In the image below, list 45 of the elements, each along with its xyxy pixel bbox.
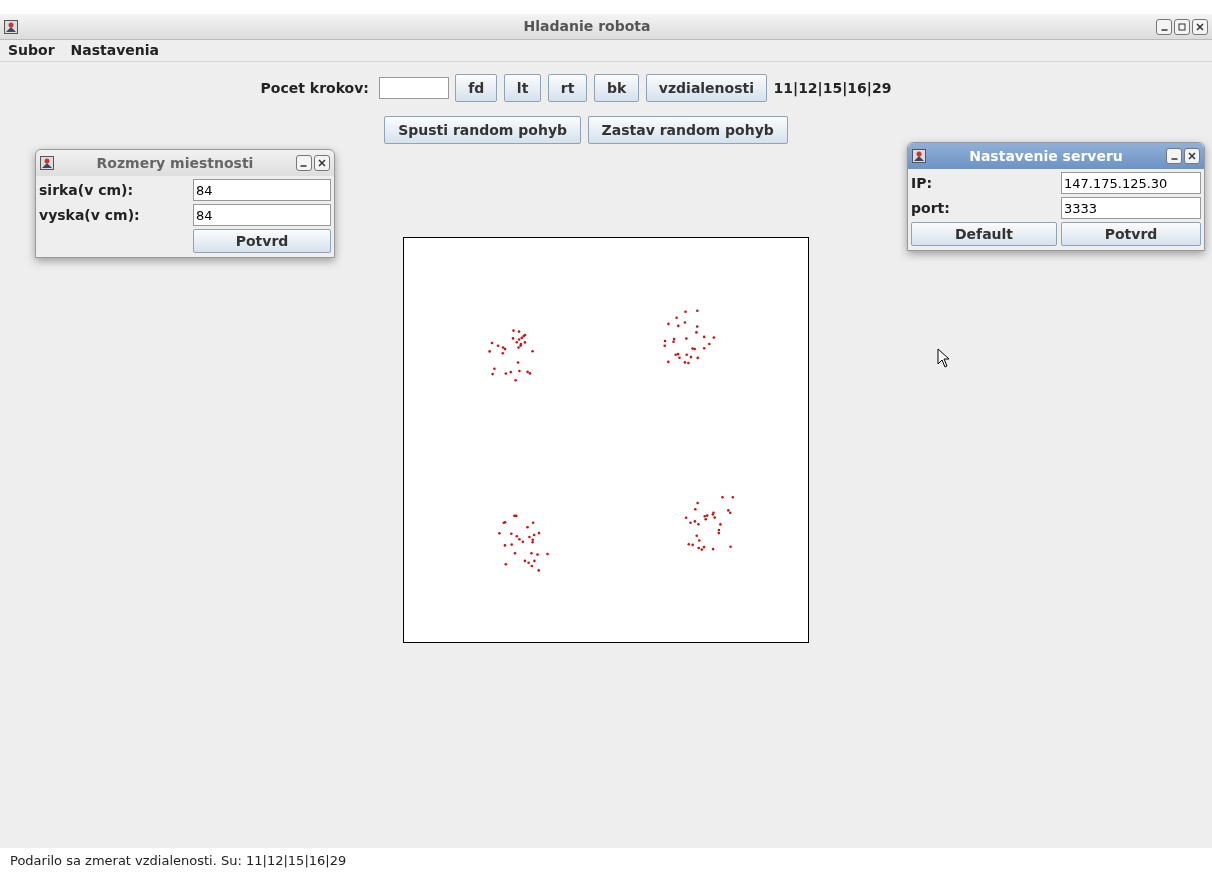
maximize-icon [1177, 21, 1187, 32]
confirm-button[interactable]: Potvrd [1061, 222, 1201, 246]
field-label: IP: [911, 173, 934, 193]
minimize-button[interactable] [1166, 148, 1182, 164]
steps-input[interactable] [378, 77, 449, 99]
close-icon [317, 158, 327, 168]
close-button[interactable] [314, 155, 330, 171]
close-icon [1187, 151, 1197, 161]
text-field[interactable]: 3333 [1061, 197, 1201, 219]
command-button[interactable]: lt [503, 74, 542, 102]
close-button[interactable] [1192, 18, 1208, 35]
text-field[interactable]: 84 [193, 204, 331, 226]
steps-label: Pocet krokov: [260, 78, 369, 98]
app-icon [912, 149, 926, 163]
minimize-button[interactable] [296, 155, 312, 171]
maximize-button[interactable] [1174, 18, 1190, 35]
minimize-icon [1170, 158, 1178, 160]
frame-title: Rozmery miestnosti [96, 153, 254, 173]
app-icon [4, 19, 18, 34]
confirm-button[interactable]: Potvrd [193, 229, 331, 253]
frame-title: Nastavenie serveru [969, 146, 1123, 166]
status-message: Podarilo sa zmerat vzdialenosti. Su: 11|12|15|16|29 [0, 848, 1212, 886]
close-icon [1195, 21, 1205, 32]
minimize-icon [1160, 28, 1168, 31]
confirm-button[interactable]: Default [911, 222, 1057, 246]
field-label: vyska(v cm): [39, 205, 141, 225]
distance-reading: 11|12|15|16|29 [773, 78, 892, 99]
field-label: port: [911, 198, 951, 218]
app-icon [40, 156, 54, 170]
close-button[interactable] [1184, 148, 1200, 164]
window-title: Hladanie robota [523, 17, 651, 36]
command-button[interactable]: rt [547, 74, 588, 102]
command-button[interactable]: fd [455, 74, 498, 102]
field-label: sirka(v cm): [39, 180, 135, 200]
random-move-button[interactable]: Spusti random pohyb [384, 116, 582, 144]
menu-item[interactable]: Subor [8, 40, 55, 61]
mouse-pointer-icon [937, 348, 951, 368]
text-field[interactable]: 147.175.125.30 [1061, 172, 1201, 194]
command-button[interactable]: bk [593, 74, 640, 102]
random-move-button[interactable]: Zastav random pohyb [587, 116, 788, 144]
minimize-icon [300, 165, 308, 167]
command-button[interactable]: vzdialenosti [645, 74, 768, 102]
menu-item[interactable]: Nastavenia [70, 40, 160, 61]
text-field[interactable]: 84 [193, 179, 331, 201]
minimize-button[interactable] [1156, 18, 1172, 35]
